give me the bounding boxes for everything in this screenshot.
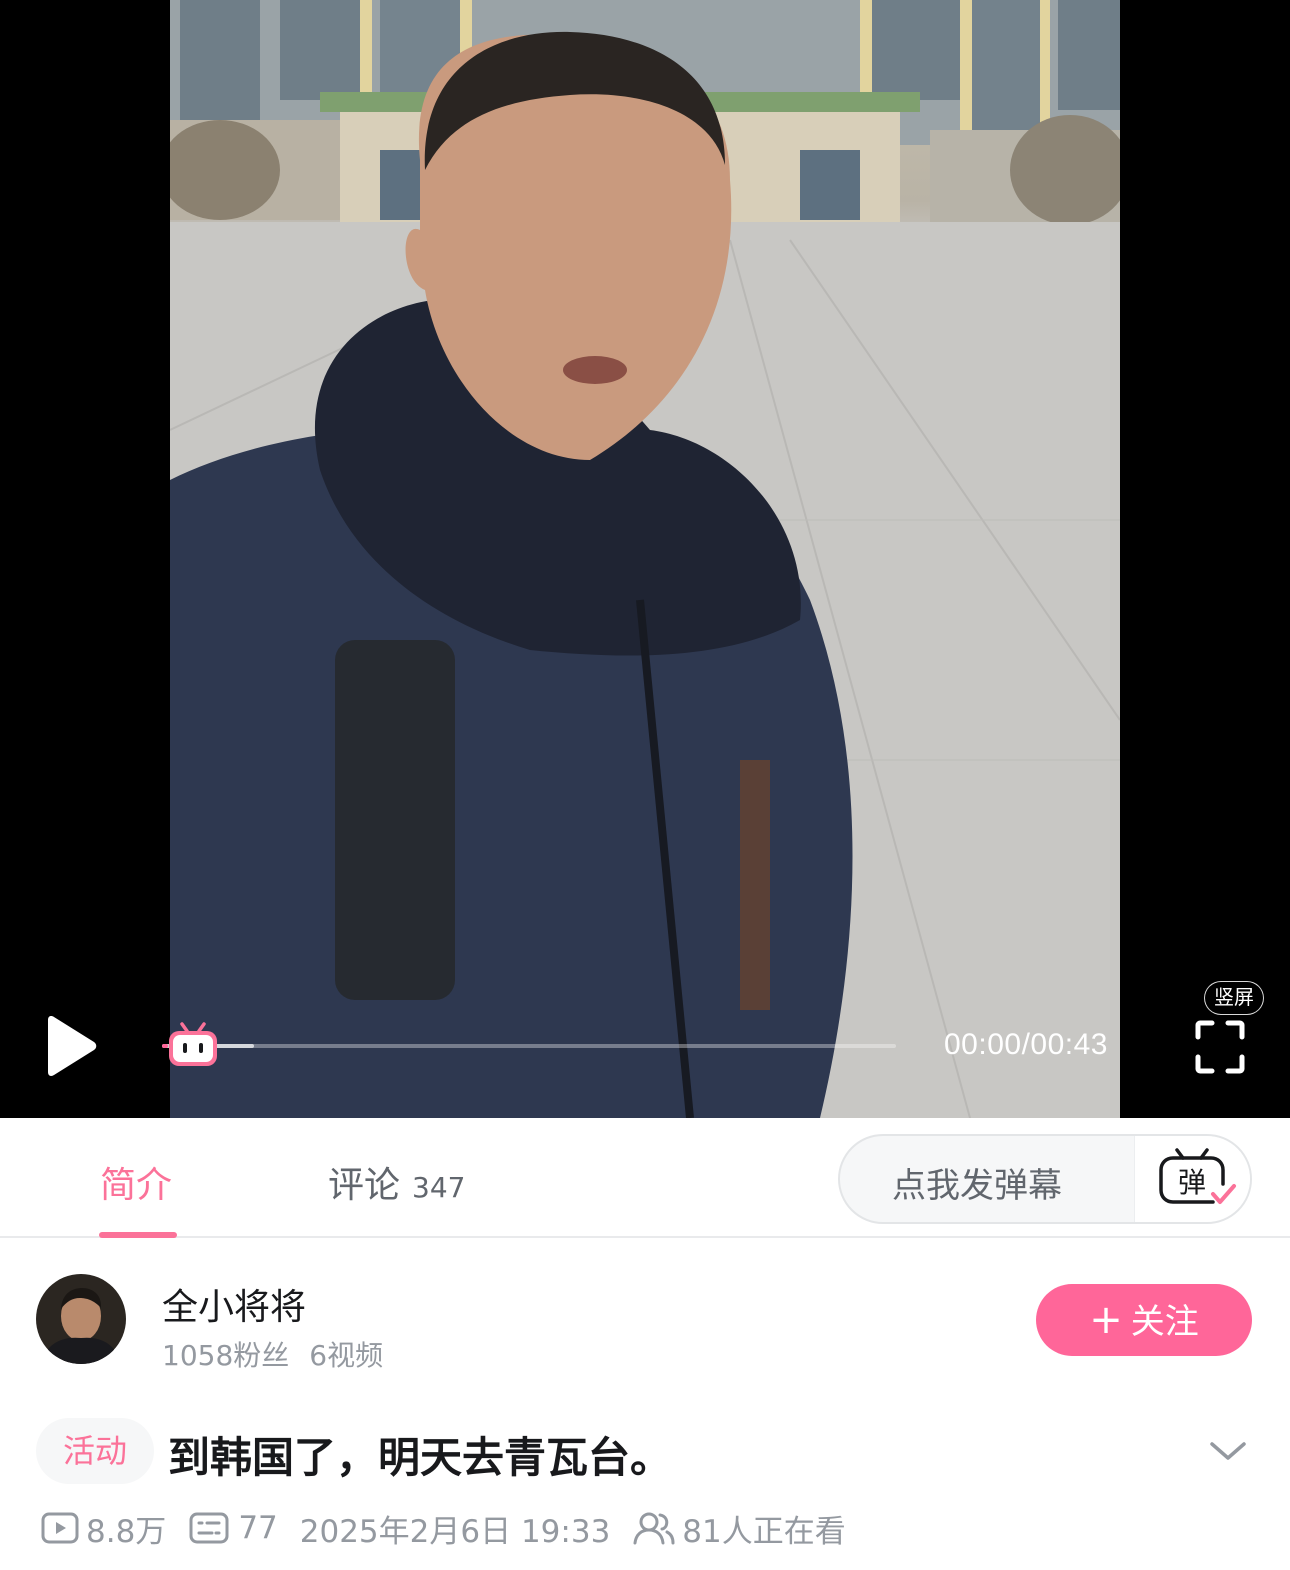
follow-label: 关注 bbox=[1130, 1302, 1199, 1342]
tab-bar: 简介 评论 347 点我发弹幕 弹 bbox=[0, 1118, 1290, 1238]
uploader-stats: 1058粉丝 6视频 bbox=[162, 1334, 383, 1374]
people-icon bbox=[633, 1512, 675, 1545]
views-stat: 8.8万 bbox=[40, 1506, 166, 1551]
danmaku-count: 77 bbox=[238, 1510, 278, 1546]
active-tab-indicator bbox=[99, 1232, 177, 1238]
fullscreen-icon[interactable] bbox=[1194, 1019, 1246, 1075]
views-icon bbox=[41, 1512, 79, 1544]
comments-count: 347 bbox=[412, 1171, 466, 1204]
avatar-image bbox=[36, 1274, 126, 1364]
vertical-screen-badge[interactable]: 竖屏 bbox=[1204, 981, 1264, 1015]
activity-tag[interactable]: 活动 bbox=[36, 1418, 154, 1484]
danmaku-count-icon bbox=[189, 1512, 229, 1544]
watching-stat: 81人正在看 bbox=[632, 1506, 846, 1551]
video-frame[interactable] bbox=[170, 0, 1120, 1118]
tab-intro[interactable]: 简介 bbox=[100, 1156, 172, 1208]
video-count: 6视频 bbox=[309, 1339, 384, 1372]
play-icon[interactable] bbox=[38, 1014, 102, 1078]
danmaku-toggle-button[interactable]: 弹 bbox=[1134, 1136, 1250, 1222]
plus-icon: + bbox=[1089, 1297, 1123, 1343]
follow-button[interactable]: + 关注 bbox=[1036, 1284, 1252, 1356]
danmaku-stat: 77 bbox=[188, 1510, 278, 1546]
progress-bar[interactable] bbox=[162, 1041, 896, 1051]
video-title: 到韩国了，明天去青瓦台。 bbox=[168, 1433, 673, 1482]
avatar[interactable] bbox=[36, 1274, 126, 1364]
tab-comments[interactable]: 评论 347 bbox=[328, 1156, 465, 1208]
danmaku-input[interactable]: 点我发弹幕 bbox=[892, 1158, 1062, 1207]
danmaku-toggle-icon: 弹 bbox=[1159, 1148, 1236, 1204]
publish-date: 2025年2月6日 19:33 bbox=[299, 1513, 611, 1550]
tab-comments-label: 评论 bbox=[328, 1165, 401, 1206]
video-meta: 8.8万 77 2025年2月6日 19:33 81人正在看 bbox=[40, 1506, 868, 1551]
watching-count: 81人正在看 bbox=[682, 1513, 846, 1550]
video-frame-illustration bbox=[170, 0, 1120, 1118]
uploader-name[interactable]: 全小将将 bbox=[162, 1278, 306, 1330]
danmaku-toggle-glyph: 弹 bbox=[1178, 1166, 1206, 1199]
video-player[interactable]: 00:00/00:43 竖屏 bbox=[0, 0, 1290, 1118]
time-display: 00:00/00:43 bbox=[944, 1028, 1108, 1061]
chevron-down-icon[interactable] bbox=[1206, 1436, 1250, 1466]
danmaku-thumb-icon[interactable] bbox=[166, 1020, 220, 1070]
progress-track bbox=[162, 1044, 896, 1048]
danmaku-input-bar[interactable]: 点我发弹幕 弹 bbox=[838, 1134, 1252, 1224]
views-count: 8.8万 bbox=[86, 1513, 167, 1550]
fans-count: 1058粉丝 bbox=[162, 1339, 290, 1372]
